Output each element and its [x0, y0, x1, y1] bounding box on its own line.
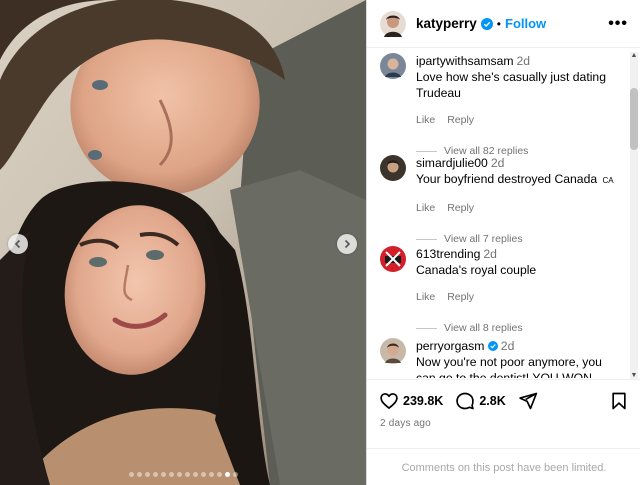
comment-item: ipartywithsamsam 2d Love how she's casual…: [380, 53, 620, 159]
scroll-down-arrow-icon[interactable]: ▼: [630, 372, 638, 380]
carousel-dot: [136, 472, 142, 477]
carousel-dot: [128, 472, 134, 477]
view-replies-button[interactable]: View all 7 replies: [416, 231, 620, 247]
view-replies-label: View all 7 replies: [444, 233, 523, 245]
reply-comment-button[interactable]: Reply: [447, 202, 474, 214]
post-header: katyperry • Follow •••: [367, 0, 640, 48]
carousel-dot: [184, 472, 190, 477]
replies-divider: [416, 238, 437, 240]
share-send-icon[interactable]: [518, 391, 538, 411]
carousel-dot: [208, 472, 214, 477]
carousel-dot: [232, 472, 238, 477]
comment-time[interactable]: 2d: [483, 247, 497, 261]
post-date[interactable]: 2 days ago: [380, 418, 431, 429]
comment-text: Canada's royal couple: [416, 263, 537, 277]
verified-badge-icon: [480, 17, 493, 30]
comment-time[interactable]: 2d: [517, 54, 531, 68]
post-actions: 239.8K 2.8K 2 days ago Comments on this …: [367, 379, 640, 485]
carousel-dot: [144, 472, 150, 477]
follow-button[interactable]: Follow: [505, 16, 546, 31]
scroll-up-arrow-icon[interactable]: ▲: [630, 52, 638, 60]
like-comment-button[interactable]: Like: [416, 202, 435, 214]
comments-list: ipartywithsamsam 2d Love how she's casual…: [367, 48, 629, 378]
comment-item: simardjulie00 2d Your boyfriend destroyed…: [380, 155, 620, 247]
author-avatar[interactable]: [380, 10, 406, 37]
carousel-dots: [0, 472, 366, 477]
carousel-dot: [168, 472, 174, 477]
save-bookmark-icon[interactable]: [609, 391, 629, 411]
comment-bubble-icon[interactable]: [455, 391, 475, 411]
comment-username[interactable]: simardjulie00: [416, 156, 488, 170]
carousel-dot: [224, 472, 230, 477]
previous-photo-button[interactable]: [8, 234, 28, 254]
likes-count[interactable]: 239.8K: [403, 394, 443, 408]
comment-username[interactable]: ipartywithsamsam: [416, 54, 514, 68]
comment-username[interactable]: perryorgasm: [416, 339, 484, 353]
commenter-avatar[interactable]: [380, 338, 406, 364]
comment-time[interactable]: 2d: [491, 156, 505, 170]
like-comment-button[interactable]: Like: [416, 114, 435, 126]
comments-limited-notice: Comments on this post have been limited.: [367, 448, 640, 485]
commenter-avatar[interactable]: [380, 53, 406, 79]
next-photo-button[interactable]: [337, 234, 357, 254]
reply-comment-button[interactable]: Reply: [447, 291, 474, 303]
carousel-dot: [160, 472, 166, 477]
scrollbar-thumb[interactable]: [630, 88, 638, 150]
like-comment-button[interactable]: Like: [416, 291, 435, 303]
selfie-photo: [0, 0, 366, 485]
comments-scrollbar[interactable]: ▲ ▼: [627, 52, 640, 380]
flag-emoji: CA: [602, 176, 614, 185]
replies-divider: [416, 150, 437, 152]
carousel-dot: [176, 472, 182, 477]
comment-text: Love how she's casually just dating Trud…: [416, 70, 606, 100]
like-heart-icon[interactable]: [379, 391, 399, 411]
commenter-avatar[interactable]: [380, 246, 406, 272]
carousel-dot: [192, 472, 198, 477]
view-replies-button[interactable]: View all 8 replies: [416, 320, 620, 336]
post-side-panel: katyperry • Follow ••• ipartywithsamsam 2…: [366, 0, 640, 485]
commenter-avatar[interactable]: [380, 155, 406, 181]
comment-text: Now you're not poor anymore, you can go …: [416, 355, 602, 378]
reply-comment-button[interactable]: Reply: [447, 114, 474, 126]
separator-dot: •: [496, 16, 501, 31]
chevron-right-icon: [344, 239, 351, 249]
carousel-dot: [152, 472, 158, 477]
author-username[interactable]: katyperry: [416, 16, 477, 31]
post-image: [0, 0, 366, 485]
comment-username[interactable]: 613trending: [416, 247, 480, 261]
comment-time[interactable]: 2d: [501, 339, 515, 353]
verified-badge-icon: [487, 341, 498, 351]
carousel-dot: [200, 472, 206, 477]
comment-item: perryorgasm 2d Now you're not poor anymo…: [380, 338, 620, 378]
comment-text: Your boyfriend destroyed Canada: [416, 172, 598, 186]
comments-count[interactable]: 2.8K: [479, 394, 505, 408]
view-replies-label: View all 8 replies: [444, 322, 523, 334]
carousel-dot: [216, 472, 222, 477]
comment-item: 613trending 2d Canada's royal couple Like…: [380, 246, 620, 336]
chevron-left-icon: [14, 239, 21, 249]
replies-divider: [416, 327, 437, 329]
more-options-button[interactable]: •••: [608, 15, 628, 33]
